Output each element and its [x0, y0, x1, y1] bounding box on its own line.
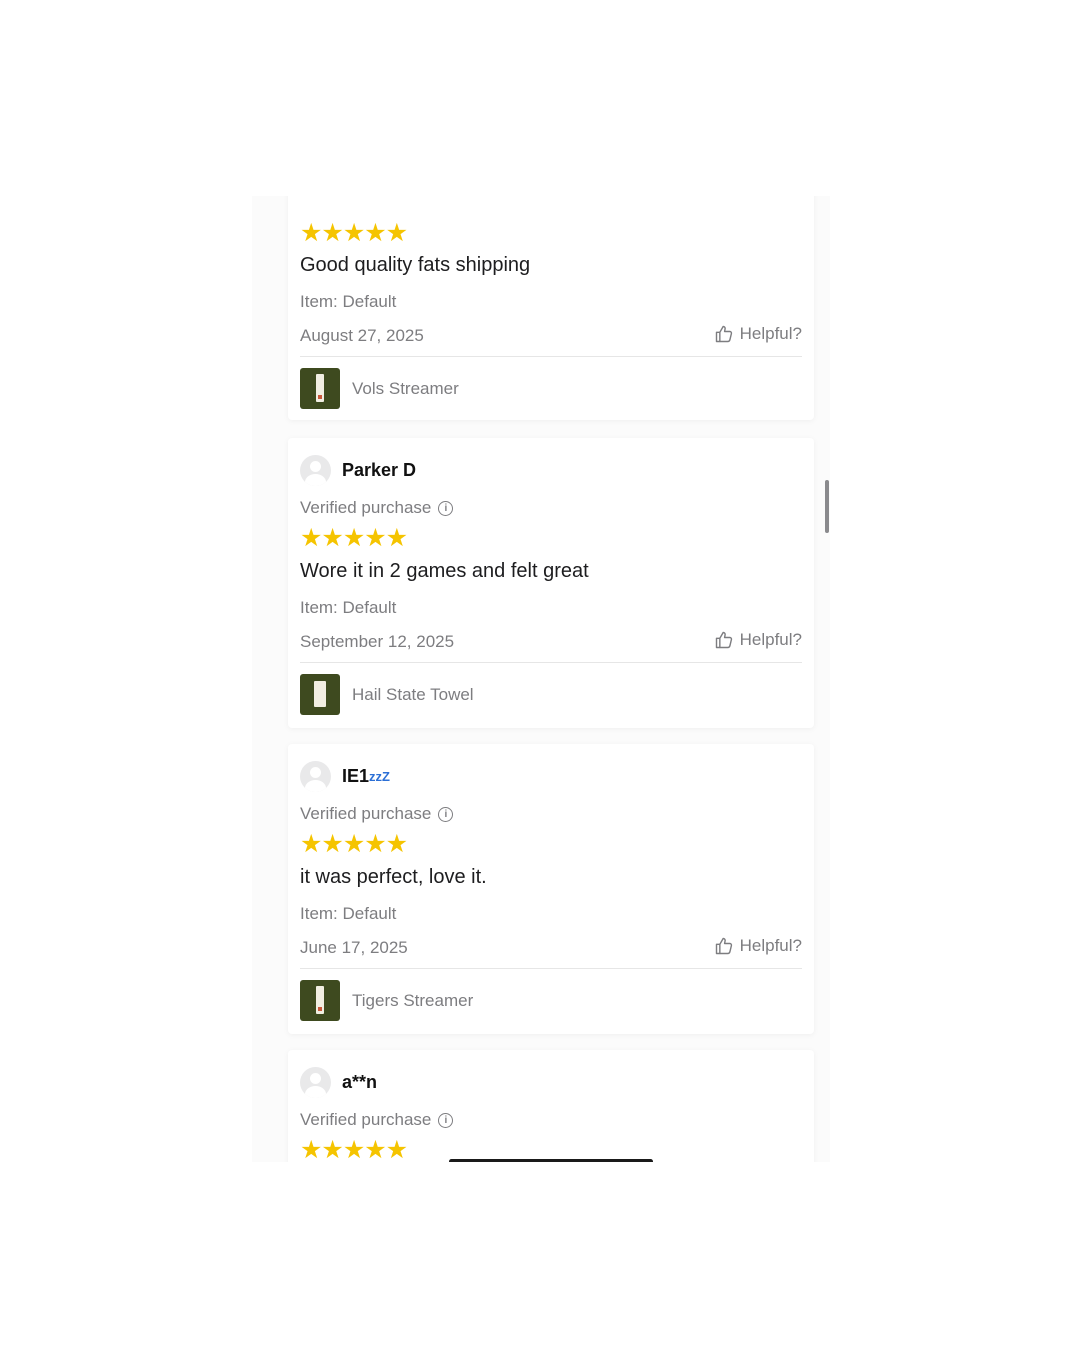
item-variant: Item: Default [300, 904, 397, 923]
review-card: ★★★★★ Good quality fats shipping Item: D… [288, 196, 814, 420]
info-icon[interactable]: i [438, 806, 454, 822]
item-variant: Item: Default [300, 598, 397, 617]
avatar-icon [300, 1066, 331, 1098]
product-name: Hail State Towel [352, 684, 474, 704]
divider [300, 968, 802, 969]
verified-label: Verified purchase [300, 804, 432, 823]
review-card: IE1 zzZ Verified purchase i ★★★★★ it was… [288, 744, 814, 1034]
helpful-label: Helpful? [739, 324, 802, 343]
reviewer-name: a**n [342, 1071, 378, 1092]
product-thumbnail [300, 368, 340, 409]
thumbs-up-icon [715, 325, 732, 343]
scrollbar[interactable] [825, 480, 829, 533]
review-date: September 12, 2025 [300, 632, 455, 651]
verified-purchase: Verified purchase i [300, 498, 454, 518]
star-rating: ★★★★★ [300, 830, 408, 858]
avatar-icon [300, 454, 331, 486]
review-title: Good quality fats shipping [300, 254, 531, 276]
thumbs-up-icon [715, 631, 732, 649]
divider [300, 356, 802, 357]
star-rating: ★★★★★ [300, 524, 408, 552]
reviews-screen: ★★★★★ Good quality fats shipping Item: D… [252, 196, 830, 1162]
star-rating: ★★★★★ [300, 219, 408, 247]
helpful-label: Helpful? [739, 630, 802, 649]
reviewer: Parker D [300, 454, 416, 486]
sleeping-emoji: zzZ [369, 768, 390, 784]
product-thumbnail [300, 980, 340, 1021]
helpful-button[interactable]: Helpful? [714, 936, 802, 956]
verified-label: Verified purchase [300, 1110, 432, 1129]
helpful-button[interactable]: Helpful? [714, 324, 802, 344]
avatar-icon [300, 760, 331, 792]
reviewer: a**n [300, 1066, 377, 1098]
verified-label: Verified purchase [300, 498, 432, 517]
thumbs-up-icon [715, 937, 732, 955]
home-indicator[interactable] [449, 1159, 653, 1162]
product-link[interactable]: Tigers Streamer [300, 980, 473, 1021]
product-name: Tigers Streamer [352, 990, 474, 1010]
product-thumbnail [300, 674, 340, 715]
star-rating: ★★★★★ [300, 1136, 408, 1163]
item-variant: Item: Default [300, 292, 397, 311]
review-title: it was perfect, love it. [300, 866, 487, 888]
review-date: June 17, 2025 [300, 938, 408, 957]
reviewer-name: IE1 [342, 765, 370, 786]
info-icon[interactable]: i [438, 1112, 454, 1128]
helpful-label: Helpful? [739, 936, 802, 955]
reviewer: IE1 zzZ [300, 760, 390, 792]
review-card: Parker D Verified purchase i ★★★★★ Wore … [288, 438, 814, 728]
verified-purchase: Verified purchase i [300, 804, 454, 824]
verified-purchase: Verified purchase i [300, 1110, 454, 1130]
review-title: Wore it in 2 games and felt great [300, 560, 589, 582]
product-link[interactable]: Vols Streamer [300, 368, 459, 409]
product-link[interactable]: Hail State Towel [300, 674, 474, 715]
divider [300, 662, 802, 663]
info-icon[interactable]: i [438, 500, 454, 516]
reviewer-name: Parker D [342, 459, 417, 480]
helpful-button[interactable]: Helpful? [714, 630, 802, 650]
product-name: Vols Streamer [352, 378, 459, 398]
review-card: a**n Verified purchase i ★★★★★ [288, 1050, 814, 1162]
review-date: August 27, 2025 [300, 326, 424, 345]
